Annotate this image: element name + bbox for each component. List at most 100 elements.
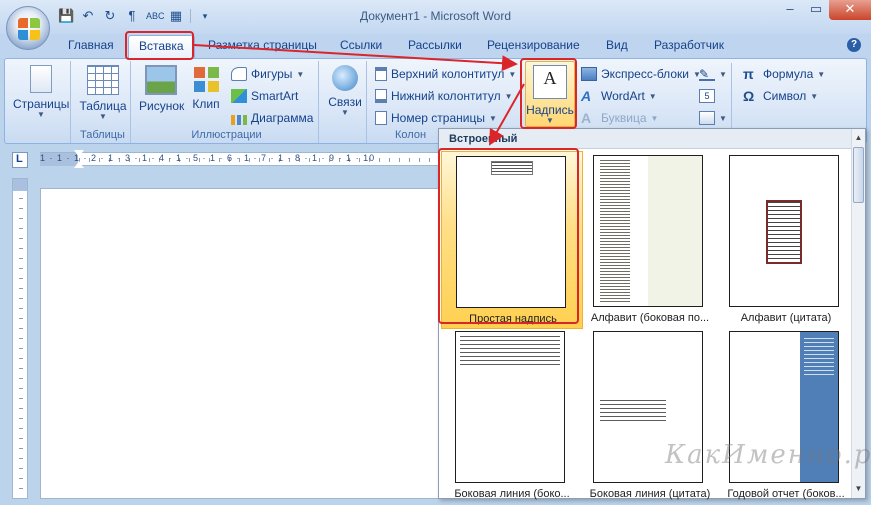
- table-label: Таблица: [79, 99, 127, 113]
- tab-mailings[interactable]: Рассылки: [408, 38, 462, 52]
- omega-icon: Ω: [743, 88, 755, 104]
- office-button[interactable]: [6, 6, 50, 50]
- shapes-icon: [231, 67, 247, 81]
- chart-button[interactable]: Диаграмма: [231, 111, 313, 125]
- tab-page-layout[interactable]: Разметка страницы: [208, 38, 317, 52]
- chevron-down-icon: ▼: [648, 91, 657, 101]
- gallery-item-sideline-quote[interactable]: Боковая линия (цитата): [579, 327, 721, 505]
- picture-button[interactable]: Рисунок: [139, 65, 185, 113]
- shapes-button[interactable]: Фигуры ▼: [231, 67, 304, 81]
- tab-insert[interactable]: Вставка: [128, 35, 195, 59]
- symbol-button[interactable]: Ω Символ ▼: [743, 89, 818, 103]
- clip-button[interactable]: Клип: [189, 65, 223, 111]
- textbox-icon: A: [533, 65, 567, 99]
- gallery-item-caption: Боковая линия (цитата): [589, 488, 711, 500]
- group-pages: Страницы ▼: [9, 61, 71, 143]
- gallery-item-alphabet-quote[interactable]: Алфавит (цитата): [715, 151, 857, 329]
- footer-label: Нижний колонтитул: [391, 89, 501, 103]
- date-time-button[interactable]: 5: [699, 89, 715, 103]
- tab-references[interactable]: Ссылки: [340, 38, 382, 52]
- dropcap-label: Буквица: [601, 111, 647, 125]
- shapes-label: Фигуры: [251, 67, 293, 81]
- table-button[interactable]: Таблица ▼: [77, 65, 129, 121]
- scroll-up-icon[interactable]: ▲: [852, 131, 865, 145]
- equation-label: Формула: [763, 67, 814, 81]
- ruler-numbers: 1 · 1 · 1 · 2 · 1 · 3 · 1 · 4 · 1 · 5 · …: [40, 153, 376, 163]
- pages-label: Страницы: [13, 97, 70, 111]
- gallery-item-simple-textbox[interactable]: Простая надпись: [441, 151, 583, 329]
- document-page[interactable]: [40, 188, 450, 499]
- gallery-thumbnail: [455, 331, 565, 483]
- calendar-icon: 5: [699, 89, 715, 103]
- signature-line-button[interactable]: ✎ ▼: [699, 67, 727, 81]
- group-links: Связи ▼: [323, 61, 367, 143]
- smartart-label: SmartArt: [251, 89, 299, 103]
- chevron-down-icon: ▼: [99, 112, 107, 121]
- header-button[interactable]: Верхний колонтитул ▼: [375, 67, 516, 81]
- wordart-button[interactable]: A WordArt ▼: [581, 89, 657, 103]
- scrollbar-thumb[interactable]: [853, 147, 864, 203]
- footer-button[interactable]: Нижний колонтитул ▼: [375, 89, 513, 103]
- gallery-item-caption: Боковая линия (боко...: [454, 488, 570, 500]
- table-icon: [87, 65, 119, 95]
- chevron-down-icon: ▼: [810, 91, 819, 101]
- smartart-icon: [231, 89, 247, 103]
- gallery-item-caption: Простая надпись: [469, 313, 557, 325]
- gallery-item-caption: Годовой отчет (боков...: [727, 488, 845, 500]
- tab-view[interactable]: Вид: [606, 38, 628, 52]
- chevron-down-icon: ▼: [719, 69, 727, 79]
- page-number-button[interactable]: Номер страницы ▼: [375, 111, 497, 125]
- header-label: Верхний колонтитул: [391, 67, 505, 81]
- office-logo-icon: [18, 18, 40, 40]
- textbox-label: Надпись: [526, 103, 574, 117]
- tab-home[interactable]: Главная: [68, 38, 114, 52]
- hanging-indent-handle[interactable]: [74, 161, 84, 168]
- minimize-button[interactable]: –: [777, 0, 803, 20]
- gallery-item-alphabet-sidebar[interactable]: Алфавит (боковая по...: [579, 151, 721, 329]
- gallery-item-annual-report-sidebar[interactable]: Годовой отчет (боков...: [715, 327, 857, 505]
- group-tables: Таблица ▼ Таблицы: [75, 61, 131, 143]
- group-label-tables: Таблицы: [80, 129, 125, 141]
- smartart-button[interactable]: SmartArt: [231, 89, 298, 103]
- help-icon[interactable]: ?: [847, 38, 861, 52]
- chevron-down-icon: ▼: [488, 113, 497, 123]
- gallery-thumbnail: [729, 155, 839, 307]
- scroll-down-icon[interactable]: ▼: [852, 482, 865, 496]
- close-button[interactable]: ✕: [829, 0, 871, 20]
- vertical-ruler[interactable]: [12, 178, 28, 499]
- textbox-button[interactable]: A Надпись ▼: [525, 61, 575, 127]
- chevron-down-icon: ▼: [296, 69, 305, 79]
- gallery-item-caption: Алфавит (боковая по...: [590, 312, 710, 324]
- pi-icon: π: [743, 66, 754, 82]
- window-title: Документ1 - Microsoft Word: [359, 9, 512, 23]
- tab-developer[interactable]: Разработчик: [654, 38, 724, 52]
- chevron-down-icon: ▼: [508, 69, 517, 79]
- links-button[interactable]: Связи ▼: [325, 65, 365, 117]
- quick-parts-button[interactable]: Экспресс-блоки ▼: [581, 67, 701, 81]
- group-label-illustrations: Иллюстрации: [191, 129, 262, 141]
- footer-icon: [375, 89, 387, 103]
- pages-button[interactable]: Страницы ▼: [13, 65, 69, 119]
- gallery-thumbnail: [456, 156, 566, 308]
- gallery-thumbnail: [593, 155, 703, 307]
- first-line-indent-handle[interactable]: [74, 150, 84, 157]
- header-icon: [375, 67, 387, 81]
- chevron-down-icon: ▼: [650, 113, 659, 123]
- page-number-label: Номер страницы: [391, 111, 485, 125]
- picture-label: Рисунок: [139, 99, 185, 113]
- clipart-icon: [192, 65, 220, 93]
- clip-label: Клип: [192, 97, 220, 111]
- object-button[interactable]: ▼: [699, 111, 727, 125]
- page-number-icon: [375, 111, 387, 125]
- signature-line-icon: ✎: [699, 67, 715, 81]
- links-label: Связи: [328, 95, 362, 109]
- tab-selector-button[interactable]: [12, 152, 28, 168]
- restore-button[interactable]: ▭: [803, 0, 829, 20]
- chevron-down-icon: ▼: [341, 108, 349, 117]
- equation-button[interactable]: π Формула ▼: [743, 67, 825, 81]
- quick-parts-label: Экспресс-блоки: [601, 67, 689, 81]
- symbol-label: Символ: [763, 89, 807, 103]
- gallery-item-sideline-sidebar[interactable]: Боковая линия (боко...: [441, 327, 583, 505]
- tab-review[interactable]: Рецензирование: [487, 38, 580, 52]
- dropcap-button: A Буквица ▼: [581, 111, 658, 125]
